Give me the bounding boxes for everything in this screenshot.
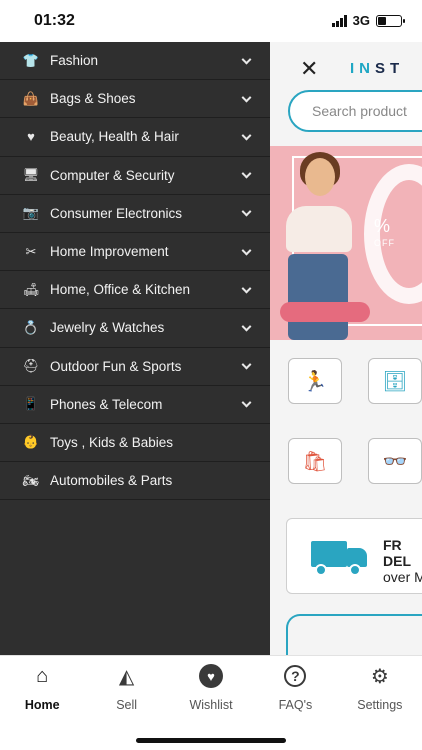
chevron-down-icon[interactable]	[241, 54, 252, 65]
gears-icon: ⚙	[370, 665, 389, 688]
tshirt-icon: 👕	[22, 52, 40, 68]
tools-icon: ✂	[25, 243, 37, 259]
home-icon: ⌂	[36, 664, 49, 687]
tab-sell[interactable]: ◭ Sell	[84, 656, 168, 720]
drawer-item-jewelry-watches[interactable]: 💍 Jewelry & Watches	[0, 309, 270, 348]
drawer-item-computer-security[interactable]: 🖥 Computer & Security	[0, 157, 270, 195]
truck-icon	[311, 541, 369, 577]
appliance-icon: 🗄	[382, 370, 408, 393]
chevron-down-icon[interactable]	[241, 359, 252, 370]
battery-level	[378, 16, 386, 25]
drawer-item-beauty-health-hair[interactable]: ♥ Beauty, Health & Hair	[0, 118, 270, 157]
drawer-item-consumer-electronics[interactable]: 📷 Consumer Electronics	[0, 195, 270, 233]
drawer-item-label: Outdoor Fun & Sports	[50, 358, 182, 374]
tab-label: Wishlist	[189, 698, 233, 712]
drawer-item-label: Phones & Telecom	[50, 396, 163, 412]
drawer-item-label: Computer & Security	[50, 167, 175, 183]
status-bar: 01:32 3G	[0, 0, 422, 42]
sofa-icon: 🛋	[22, 281, 40, 297]
chevron-down-icon[interactable]	[241, 321, 252, 332]
chevron-down-icon[interactable]	[241, 206, 252, 217]
drawer-item-label: Consumer Electronics	[50, 205, 183, 221]
promo-card[interactable]	[286, 614, 422, 655]
chart-area-icon: ◭	[118, 665, 135, 688]
category-drawer: 👕 Fashion 👜 Bags & Shoes ♥ Beauty, Health & H…	[0, 42, 270, 655]
drawer-item-outdoor-fun-sports[interactable]: ⛑ Outdoor Fun & Sports	[0, 348, 270, 386]
drawer-item-label: Jewelry & Watches	[50, 320, 165, 336]
shopper-icon: 🛍	[302, 450, 328, 473]
monitor-icon: 🖥	[22, 167, 40, 183]
drawer-item-phones-telecom[interactable]: 📱 Phones & Telecom	[0, 386, 270, 424]
drawer-item-label: Bags & Shoes	[50, 91, 136, 107]
chevron-down-icon[interactable]	[241, 283, 252, 294]
tab-label: Sell	[116, 698, 138, 712]
main-content: ✕ INST Search product % OFF 🏃 🗄 🛍 👓 FR D…	[270, 42, 422, 655]
drawer-item-toys-kids-babies[interactable]: 👶 Toys , Kids & Babies	[0, 424, 270, 463]
tab-settings[interactable]: ⚙ Settings	[338, 656, 422, 720]
glasses-icon: 👓	[382, 450, 408, 473]
banner-off-label: OFF	[374, 238, 395, 248]
search-input[interactable]: Search product	[288, 90, 422, 132]
drawer-item-bags-shoes[interactable]: 👜 Bags & Shoes	[0, 80, 270, 119]
category-tile-fashion[interactable]: 🛍	[288, 438, 342, 484]
question-icon: ?	[284, 664, 307, 688]
tab-faq-s[interactable]: ? FAQ's	[253, 656, 337, 720]
helmet-icon: ⛑	[22, 358, 40, 374]
app-screen: 01:32 3G ✕ INST Search product % OFF 🏃 🗄…	[0, 0, 422, 750]
drawer-item-label: Fashion	[50, 53, 99, 69]
category-tile-electronics[interactable]: 👓	[368, 438, 422, 484]
network-type: 3G	[352, 13, 370, 28]
runner-icon: 🏃	[302, 370, 328, 393]
category-tile-home[interactable]: 🗄	[368, 358, 422, 404]
phone-icon: 📱	[22, 396, 40, 412]
tab-wishlist[interactable]: ♥ Wishlist	[169, 656, 253, 720]
chevron-down-icon[interactable]	[241, 245, 252, 256]
close-icon[interactable]: ✕	[300, 58, 318, 80]
drawer-item-automobiles-parts[interactable]: 🏍 Automobiles & Parts	[0, 462, 270, 501]
bottom-tab-bar: ⌂ Home ◭ Sell ♥ Wishlist? FAQ's ⚙ Settings	[0, 655, 422, 720]
battery-icon	[376, 14, 405, 27]
status-time: 01:32	[34, 12, 75, 29]
promo-banner[interactable]: % OFF	[270, 146, 422, 340]
heartbeat-icon: ♥	[27, 129, 35, 145]
brand-logo: INST	[350, 60, 405, 77]
drawer-item-label: Toys , Kids & Babies	[50, 434, 174, 450]
drawer-item-home-improvement[interactable]: ✂ Home Improvement	[0, 233, 270, 272]
drawer-item-label: Home Improvement	[50, 244, 169, 260]
category-tile-sports[interactable]: 🏃	[288, 358, 342, 404]
camera-icon: 📷	[22, 205, 40, 221]
motorcycle-icon: 🏍	[22, 472, 40, 488]
free-delivery-card: FR DEL over M	[286, 518, 422, 594]
tab-label: Home	[24, 698, 60, 712]
ring-icon: 💍	[22, 319, 40, 335]
drawer-item-fashion[interactable]: 👕 Fashion	[0, 42, 270, 81]
status-indicators: 3G	[331, 13, 405, 28]
delivery-text: FR DEL over M	[383, 537, 422, 585]
drawer-item-label: Automobiles & Parts	[50, 473, 173, 489]
chevron-down-icon[interactable]	[241, 92, 252, 103]
signal-icon	[331, 14, 347, 27]
baby-icon: 👶	[22, 434, 40, 450]
tab-home[interactable]: ⌂ Home	[0, 656, 84, 720]
tab-label: Settings	[357, 698, 403, 712]
drawer-item-label: Home, Office & Kitchen	[50, 282, 191, 298]
heart-icon: ♥	[199, 664, 224, 688]
tab-label: FAQ's	[278, 698, 313, 712]
drawer-item-label: Beauty, Health & Hair	[50, 129, 179, 145]
chevron-down-icon[interactable]	[241, 168, 252, 179]
drawer-item-home-office-kitchen[interactable]: 🛋 Home, Office & Kitchen	[0, 271, 270, 310]
banner-percent: %	[374, 216, 391, 236]
chevron-down-icon[interactable]	[241, 397, 252, 408]
home-indicator[interactable]	[136, 738, 286, 743]
bag-icon: 👜	[22, 90, 40, 106]
home-indicator-area	[0, 720, 422, 750]
chevron-down-icon[interactable]	[241, 130, 252, 141]
